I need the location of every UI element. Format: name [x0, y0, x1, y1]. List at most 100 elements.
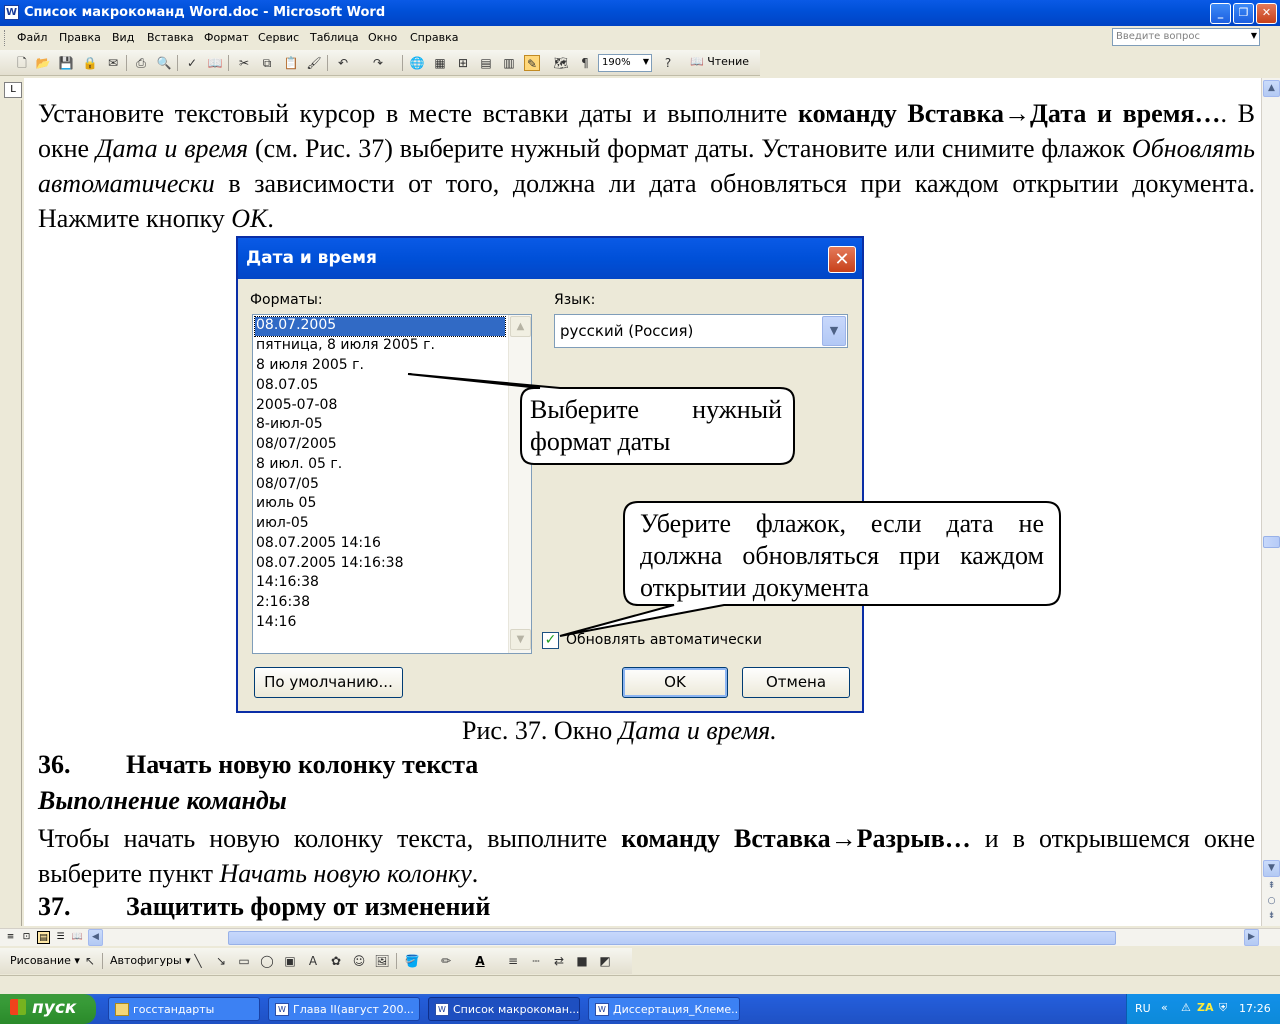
columns-icon[interactable]: ▥	[501, 55, 517, 71]
format-callout-text: Выберите нужный формат даты	[530, 395, 782, 456]
tab-selector[interactable]: L	[4, 82, 22, 98]
menu-edit[interactable]: Правка	[59, 31, 101, 44]
chevron-down-icon[interactable]: ▼	[643, 57, 649, 66]
menu-view[interactable]: Вид	[112, 31, 134, 44]
zoom-select[interactable]: 190% ▼	[598, 54, 652, 72]
restore-button[interactable]: ❐	[1233, 3, 1254, 24]
dash-style-icon[interactable]: ┄	[528, 953, 544, 969]
menu-tools[interactable]: Сервис	[258, 31, 299, 44]
redo-icon[interactable]: ↷	[370, 55, 386, 71]
vertical-scroll-thumb[interactable]	[1263, 536, 1280, 548]
menu-table[interactable]: Таблица	[310, 31, 359, 44]
text-box-icon[interactable]: ▣	[282, 953, 298, 969]
security-icon[interactable]: ⚠	[1181, 1001, 1191, 1014]
cut-icon[interactable]: ✂	[236, 55, 252, 71]
scroll-right-icon[interactable]: ▶	[1244, 929, 1259, 946]
minimize-button[interactable]: _	[1210, 3, 1231, 24]
new-document-icon[interactable]: 🗋	[14, 55, 30, 71]
vertical-scrollbar[interactable]: ▲ ▼ ⇞ ○ ⇟	[1261, 78, 1280, 926]
3d-style-icon[interactable]: ◩	[597, 953, 613, 969]
insert-table-icon[interactable]: ⊞	[455, 55, 471, 71]
task-button[interactable]: W Диссертация_Клеме...	[588, 997, 740, 1021]
email-icon[interactable]: ✉	[105, 55, 121, 71]
line-icon[interactable]: ╲	[190, 953, 206, 969]
close-button[interactable]: ✕	[1256, 3, 1277, 24]
show-formatting-icon[interactable]: ¶	[577, 55, 593, 71]
shield-icon[interactable]: ⛨	[1219, 1001, 1227, 1015]
menu-window[interactable]: Окно	[368, 31, 397, 44]
menu-grip[interactable]	[4, 30, 7, 46]
normal-view-icon[interactable]: ≡	[4, 931, 17, 944]
toolbar-separator	[402, 55, 403, 71]
insert-excel-icon[interactable]: ▤	[478, 55, 494, 71]
wordart-icon[interactable]: A	[305, 953, 321, 969]
scroll-down-icon[interactable]: ▼	[1263, 860, 1280, 877]
task-button[interactable]: W Глава II(август 200...	[268, 997, 420, 1021]
tables-borders-icon[interactable]: ▦	[432, 55, 448, 71]
open-icon[interactable]: 📂	[35, 55, 51, 71]
document-map-icon[interactable]: 🗺	[553, 55, 569, 71]
arrow-icon[interactable]: ↘	[213, 953, 229, 969]
zonealarm-icon[interactable]: ZA	[1197, 1001, 1214, 1014]
scroll-up-icon[interactable]: ▲	[1263, 80, 1280, 97]
research-icon[interactable]: 📖	[207, 55, 223, 71]
diagram-icon[interactable]: ✿	[328, 953, 344, 969]
print-preview-icon[interactable]: 🔍	[156, 55, 172, 71]
arrow-style-icon[interactable]: ⇄	[551, 953, 567, 969]
next-page-icon[interactable]: ⇟	[1263, 909, 1280, 926]
undo-icon[interactable]: ↶	[335, 55, 351, 71]
hyperlink-icon[interactable]: 🌐	[409, 55, 425, 71]
select-objects-icon[interactable]: ↖	[82, 953, 98, 969]
line-style-icon[interactable]: ≡	[505, 953, 521, 969]
oval-icon[interactable]: ◯	[259, 953, 275, 969]
scroll-left-icon[interactable]: ◀	[88, 929, 103, 946]
shadow-style-icon[interactable]: ■	[574, 953, 590, 969]
chevron-left-icon[interactable]: «	[1161, 1001, 1168, 1014]
print-icon[interactable]: ⎙	[133, 55, 149, 71]
heading-text: Начать новую колонку текста	[126, 750, 479, 779]
print-layout-view-icon[interactable]: ▤	[37, 931, 50, 944]
format-item: 08/07/05	[256, 476, 319, 492]
drawing-menu-button[interactable]: Рисование ▾	[10, 954, 80, 967]
fill-color-icon[interactable]: 🪣	[404, 953, 420, 969]
permission-icon[interactable]: 🔒	[82, 55, 98, 71]
paste-icon[interactable]: 📋	[283, 55, 299, 71]
task-button-active[interactable]: W Список макрокоман...	[428, 997, 580, 1021]
help-search-input[interactable]: Введите вопрос ▼	[1112, 28, 1260, 46]
help-icon[interactable]: ?	[660, 55, 676, 71]
spelling-icon[interactable]: ✓	[184, 55, 200, 71]
document-page[interactable]: Установите текстовый курсор в месте вста…	[24, 78, 1261, 926]
format-painter-icon[interactable]: 🖌	[306, 55, 322, 71]
outline-view-icon[interactable]: ☰	[54, 931, 67, 944]
text-run-italic: OK	[231, 204, 268, 233]
autoshapes-menu-button[interactable]: Автофигуры ▾	[110, 954, 191, 967]
clipart-icon[interactable]: ☺	[351, 953, 367, 969]
menu-file[interactable]: Файл	[17, 31, 47, 44]
clock[interactable]: 17:26	[1239, 1002, 1271, 1015]
font-color-icon[interactable]: A	[472, 953, 488, 969]
rectangle-icon[interactable]: ▭	[236, 953, 252, 969]
web-view-icon[interactable]: ⊡	[20, 931, 33, 944]
start-button[interactable]: пуск	[0, 994, 96, 1024]
title-bar[interactable]: W Список макрокоманд Word.doc - Microsof…	[0, 0, 1280, 26]
horizontal-scroll-thumb[interactable]	[228, 931, 1116, 945]
horizontal-scrollbar[interactable]: ≡ ⊡ ▤ ☰ 📖 ◀ ▶	[0, 928, 1280, 946]
menu-bar: Файл Правка Вид Вставка Формат Сервис Та…	[0, 27, 1280, 49]
task-button[interactable]: госстандарты	[108, 997, 260, 1021]
menu-help[interactable]: Справка	[410, 31, 458, 44]
picture-icon[interactable]: 🖼	[374, 953, 390, 969]
reading-mode-button[interactable]: 📖 Чтение	[690, 55, 749, 68]
copy-icon[interactable]: ⧉	[259, 55, 275, 71]
reading-view-icon[interactable]: 📖	[71, 931, 84, 944]
save-icon[interactable]: 💾	[58, 55, 74, 71]
drawing-icon[interactable]: ✎	[524, 55, 540, 71]
text-run-bold: команду Вставка→Дата и время…	[797, 99, 1221, 128]
line-color-icon[interactable]: ✏	[438, 953, 454, 969]
language-label: Язык:	[554, 292, 596, 308]
menu-insert[interactable]: Вставка	[147, 31, 194, 44]
word-app-icon[interactable]: W	[4, 5, 19, 20]
language-indicator[interactable]: RU	[1135, 1002, 1151, 1015]
chevron-down-icon[interactable]: ▼	[1251, 31, 1257, 40]
menu-format[interactable]: Формат	[204, 31, 249, 44]
vertical-ruler[interactable]	[4, 100, 22, 926]
